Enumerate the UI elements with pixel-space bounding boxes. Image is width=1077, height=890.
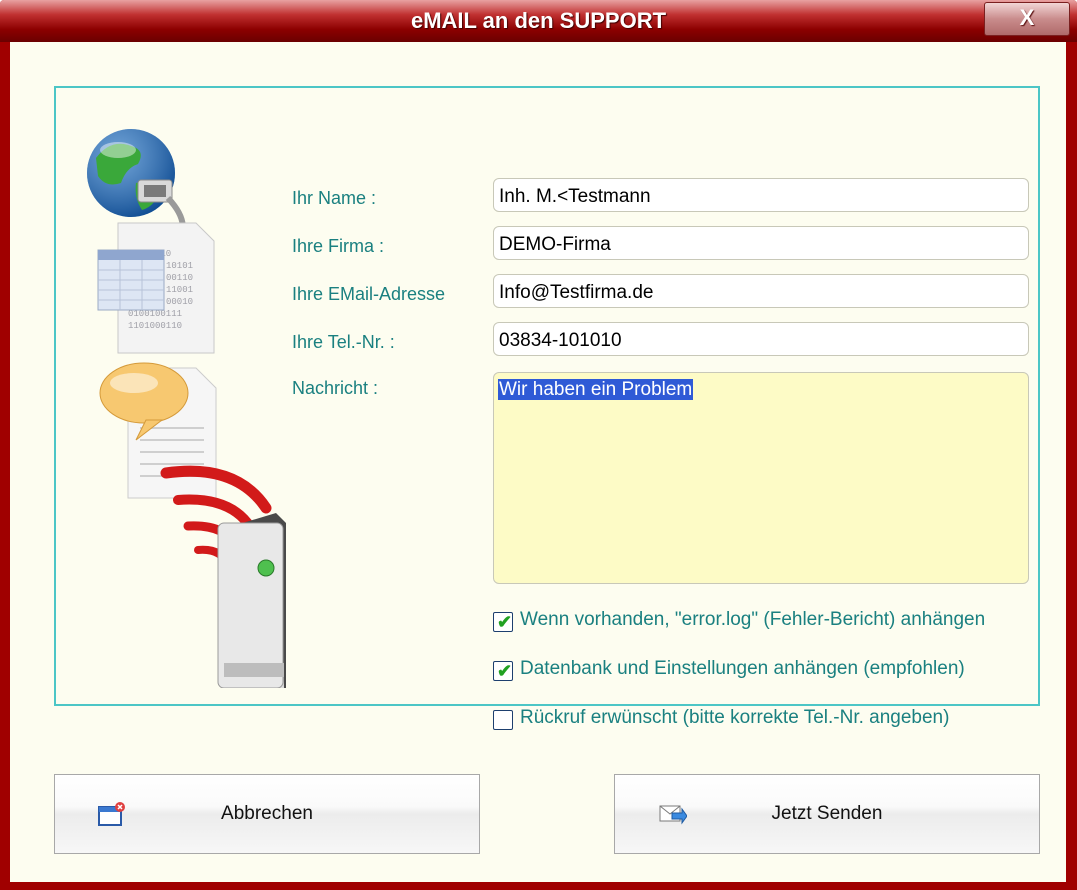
binary-line-7: 1101000110 <box>128 321 182 331</box>
checkbox-database[interactable]: ✔ <box>493 661 513 681</box>
dialog-content: 10011010 10101 00110 11001 00010 0100100… <box>10 42 1066 882</box>
binary-line-4: 11001 <box>166 285 193 295</box>
binary-line-5: 00010 <box>166 297 193 307</box>
check-icon: ✔ <box>497 612 513 632</box>
option-error-log-label[interactable]: Wenn vorhanden, "error.log" (Fehler-Beri… <box>520 609 985 631</box>
option-database-label[interactable]: Datenbank und Einstellungen anhängen (em… <box>520 658 965 680</box>
phone-field[interactable]: 03834-101010 <box>493 322 1029 356</box>
close-button[interactable]: X <box>984 2 1070 36</box>
name-field[interactable]: Inh. M.<Testmann <box>493 178 1029 212</box>
server-icon <box>217 513 286 688</box>
check-icon: ✔ <box>497 661 513 681</box>
send-button-label: Jetzt Senden <box>771 803 883 824</box>
checkbox-callback[interactable] <box>493 710 513 730</box>
phone-label: Ihre Tel.-Nr. : <box>292 332 395 352</box>
send-button[interactable]: Jetzt Senden <box>614 774 1040 854</box>
binary-line-2: 10101 <box>166 261 193 271</box>
message-text: Wir haben ein Problem <box>498 379 694 400</box>
cancel-button-label: Abbrechen <box>221 803 313 824</box>
dialog-window: eMAIL an den SUPPORT X 10101 00110 11001… <box>0 0 1077 890</box>
company-field[interactable]: DEMO-Firma <box>493 226 1029 260</box>
name-label: Ihr Name : <box>292 188 377 208</box>
chat-document-icon <box>99 362 217 499</box>
checkbox-error-log[interactable]: ✔ <box>493 612 513 632</box>
email-field[interactable]: Info@Testfirma.de <box>493 274 1029 308</box>
title-bar[interactable]: eMAIL an den SUPPORT X <box>0 0 1077 42</box>
document-icon: 10011010 10101 00110 11001 00010 0100100… <box>97 222 215 354</box>
option-callback-label[interactable]: Rückruf erwünscht (bitte korrekte Tel.-N… <box>520 707 949 729</box>
window-title: eMAIL an den SUPPORT <box>410 8 667 33</box>
cancel-button[interactable]: Abbrechen <box>54 774 480 854</box>
message-textarea[interactable]: Wir haben ein Problem <box>493 372 1029 584</box>
message-label: Nachricht : <box>292 378 379 398</box>
form-panel: 10011010 10101 00110 11001 00010 0100100… <box>54 86 1040 730</box>
binary-line-3: 00110 <box>166 273 193 283</box>
email-label: Ihre EMail-Adresse <box>292 284 446 304</box>
illustration: 10011010 10101 00110 11001 00010 0100100… <box>87 129 286 688</box>
company-label: Ihre Firma : <box>292 236 385 256</box>
